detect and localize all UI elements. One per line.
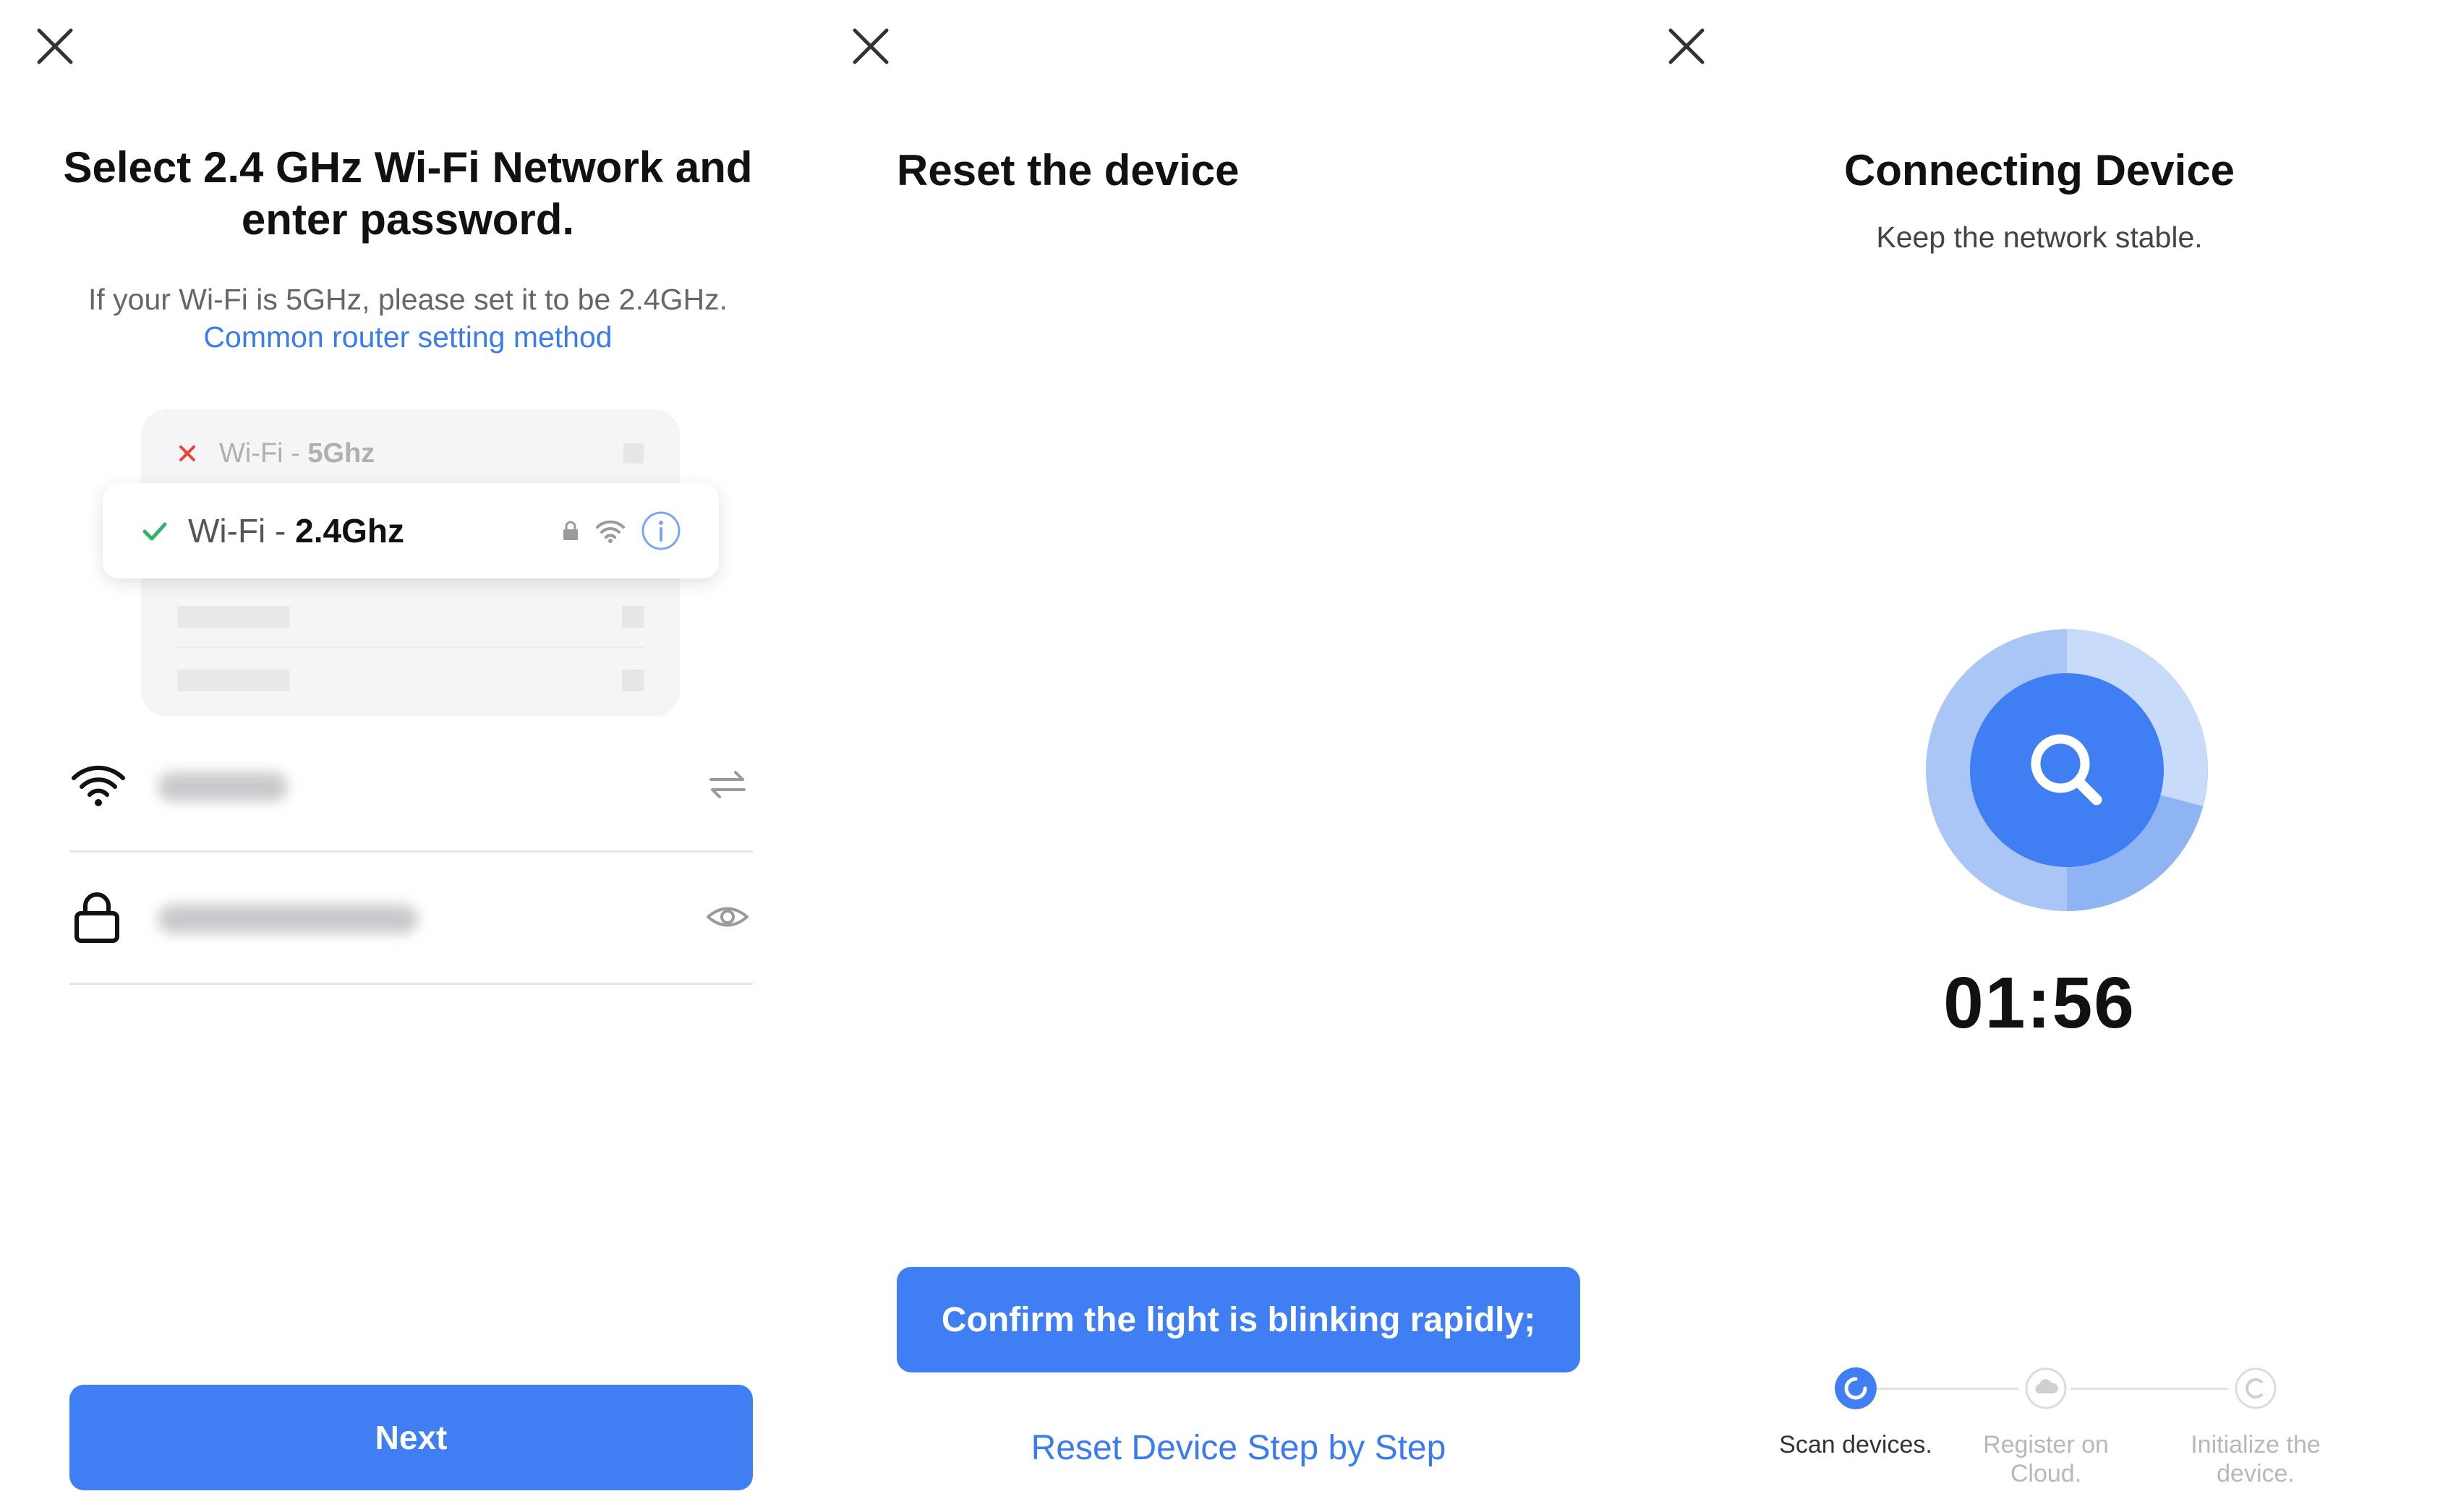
check-icon: [142, 522, 167, 541]
wifi-5g-row: Wi-Fi - 5Ghz: [141, 421, 680, 486]
cross-icon: [179, 445, 195, 461]
page-title: Connecting Device: [1843, 146, 2235, 195]
step-label-initialize: Initialize the device.: [2191, 1431, 2321, 1487]
info-icon[interactable]: [641, 511, 681, 551]
reset-step-by-step-link[interactable]: Reset Device Step by Step: [897, 1428, 1580, 1468]
step-scan-active-icon: [1835, 1367, 1877, 1409]
next-button[interactable]: Next: [69, 1385, 753, 1490]
step-connector: [1861, 1388, 2018, 1390]
scanning-radar: [1926, 629, 2208, 911]
step-label-register: Register on Cloud.: [1983, 1431, 2109, 1487]
wifi-24g-band: 2.4Ghz: [295, 512, 404, 550]
placeholder-square: [622, 670, 644, 691]
placeholder-bar: [177, 606, 289, 628]
c-icon: [2235, 1367, 2277, 1409]
step-label-scan: Scan devices.: [1779, 1431, 1932, 1458]
close-icon[interactable]: [1660, 20, 1713, 72]
eye-icon[interactable]: [705, 894, 750, 939]
wifi-5g-prefix: Wi-Fi -: [219, 437, 308, 469]
wifi-24g-label: Wi-Fi - 2.4Ghz: [188, 511, 547, 550]
wifi-5g-band: 5Ghz: [307, 437, 375, 469]
wifi-icon: [596, 520, 625, 543]
password-value-blurred: [158, 905, 418, 934]
cloud-icon: [2025, 1367, 2067, 1409]
router-setting-link[interactable]: Common router setting method: [203, 320, 612, 354]
wifi-5g-label: Wi-Fi - 5Ghz: [219, 438, 623, 469]
subtitle: Keep the network stable.: [1876, 221, 2203, 254]
confirm-blinking-button[interactable]: Confirm the light is blinking rapidly;: [897, 1267, 1580, 1372]
ssid-field[interactable]: [69, 720, 753, 853]
subtitle-text: If your Wi-Fi is 5GHz, please set it to …: [88, 283, 728, 316]
countdown-timer: 01:56: [1943, 962, 2136, 1043]
wifi-setup-panel: Select 2.4 GHz Wi-Fi Network and enter p…: [0, 0, 816, 1512]
placeholder-bar: [177, 670, 289, 691]
subtitle: If your Wi-Fi is 5GHz, please set it to …: [43, 281, 772, 356]
placeholder-square: [622, 606, 644, 628]
lock-icon: [74, 892, 119, 943]
step-connector: [2070, 1388, 2228, 1390]
password-field[interactable]: [69, 853, 753, 985]
wifi-24g-prefix: Wi-Fi -: [188, 512, 296, 550]
switch-arrows-icon[interactable]: [705, 762, 750, 807]
close-icon[interactable]: [29, 20, 81, 72]
close-icon[interactable]: [845, 20, 897, 72]
page-title: Select 2.4 GHz Wi-Fi Network and enter p…: [63, 143, 753, 244]
wifi-24g-card: Wi-Fi - 2.4Ghz: [103, 483, 719, 578]
reset-device-panel: Reset the device Confirm the light is bl…: [816, 0, 1632, 1512]
page-title: Reset the device: [897, 146, 1240, 195]
connecting-device-panel: Connecting Device Keep the network stabl…: [1632, 0, 2447, 1512]
divider: [177, 646, 644, 648]
lock-icon: [563, 521, 578, 540]
placeholder-square: [623, 443, 644, 464]
ssid-value-blurred: [158, 772, 288, 801]
wifi-icon: [72, 765, 125, 806]
